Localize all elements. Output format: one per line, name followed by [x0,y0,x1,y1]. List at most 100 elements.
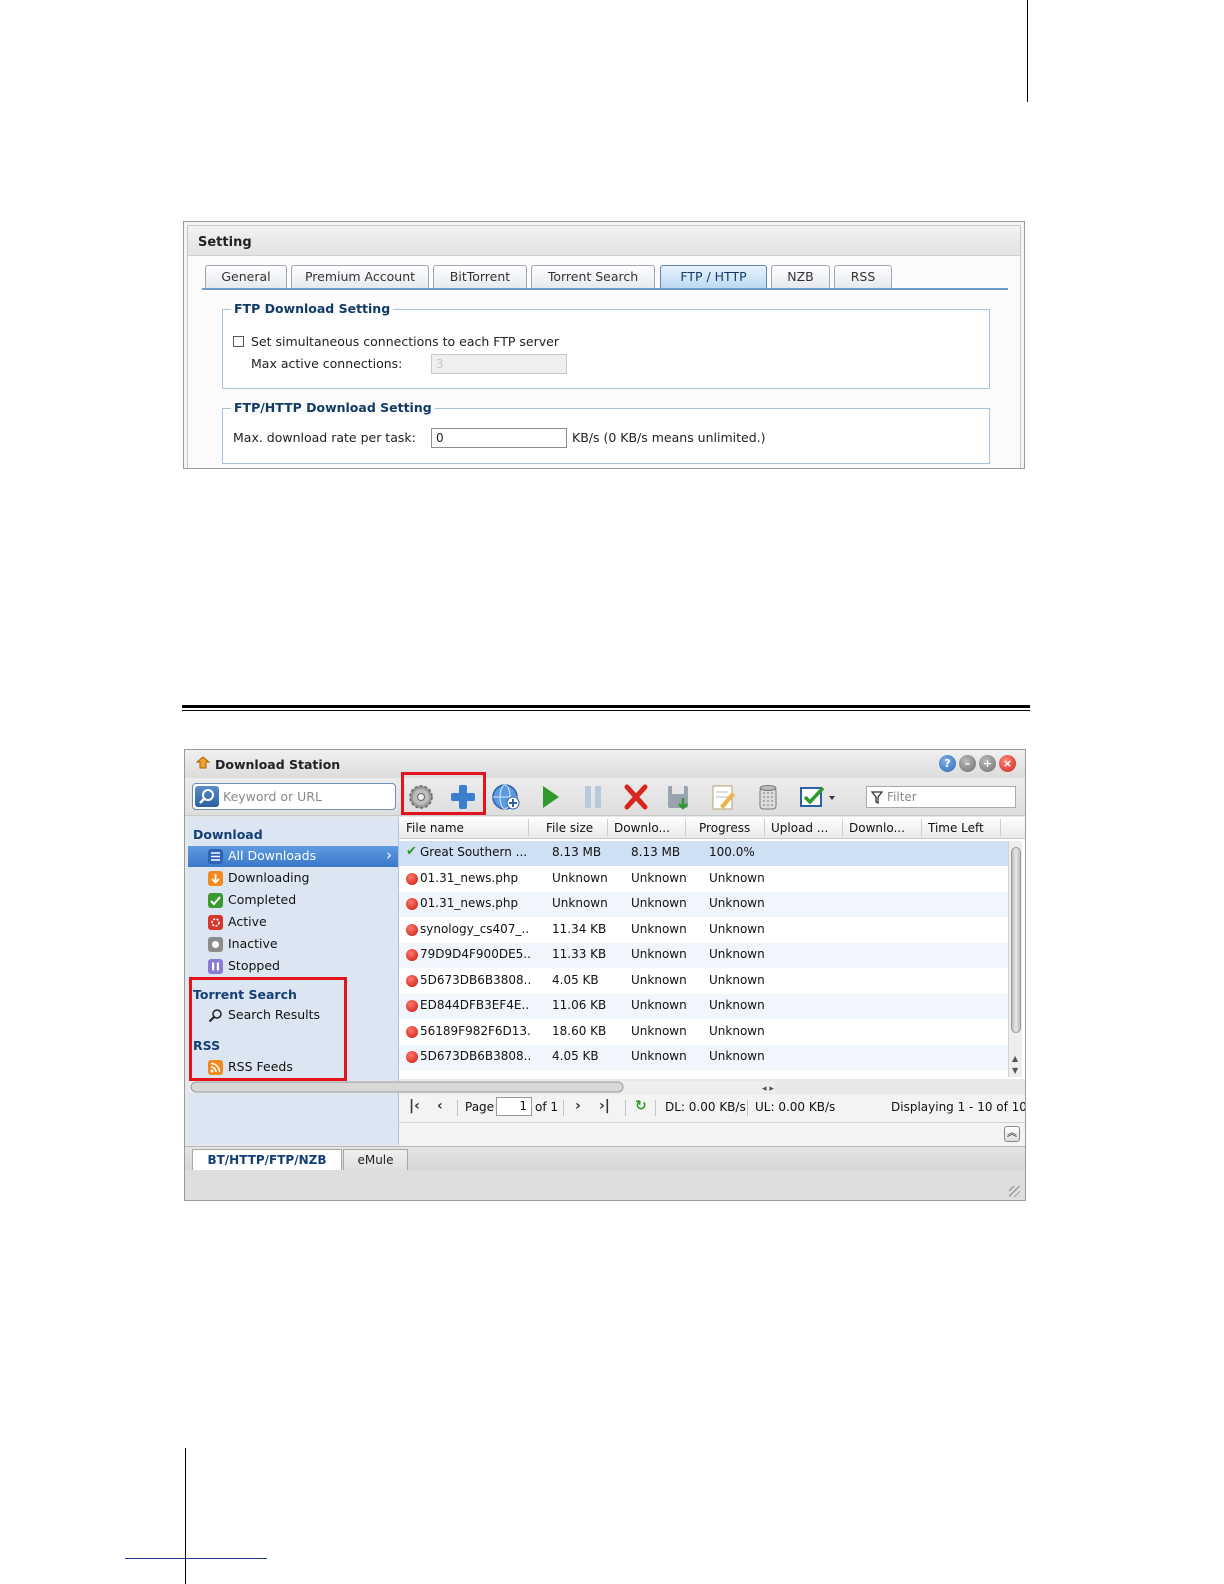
table-row[interactable]: 01.31_news.php Unknown Unknown Unknown [399,867,1008,892]
sidebar-item-rss-feeds[interactable]: RSS Feeds [188,1057,398,1078]
search-box[interactable]: Keyword or URL [192,783,396,810]
downloaded-cell: Unknown [631,921,687,936]
sidebar-item-stopped[interactable]: Stopped [188,956,398,977]
filter-input[interactable]: Filter [866,786,1016,808]
vertical-scrollbar[interactable]: ▲ ▼ [1008,841,1022,1077]
select-all-icon[interactable] [797,782,837,812]
pager-divider [747,1100,748,1116]
column-header-download-speed[interactable]: Downlo... [849,821,905,835]
table-row[interactable]: synology_cs407_... 11.34 KB Unknown Unknown [399,918,1008,943]
last-page-icon[interactable]: ›| [599,1098,610,1114]
add-icon[interactable] [447,782,479,812]
tab-bittorrent[interactable]: BitTorrent [433,265,527,288]
file-size-cell: 4.05 KB [552,1049,599,1063]
sidebar-item-inactive[interactable]: Inactive [188,934,398,955]
column-header-upload[interactable]: Upload ... [771,821,828,835]
column-header-file-name[interactable]: File name [406,821,464,835]
tab-general[interactable]: General [205,265,287,288]
tab-ftp-http[interactable]: FTP / HTTP [660,265,767,288]
table-row[interactable]: 79D9D4F900DE5... 11.33 KB Unknown Unknown [399,943,1008,968]
sidebar-item-label: Active [228,914,267,929]
refresh-icon[interactable]: ↻ [635,1098,647,1114]
first-page-icon[interactable]: |‹ [409,1098,420,1114]
table-row[interactable]: 5D673DB6B3808... 4.05 KB Unknown Unknown [399,969,1008,994]
tab-torrent-search[interactable]: Torrent Search [531,265,655,288]
table-row[interactable]: 56189F982F6D13... 18.60 KB Unknown Unknown [399,1020,1008,1045]
page-count: of 1 [535,1100,559,1114]
pager-divider [625,1100,626,1116]
vertical-scroll-thumb[interactable] [1011,847,1021,1033]
sidebar-heading-torrent-search: Torrent Search [193,987,297,1002]
scroll-up-icon[interactable]: ▲ [1012,1054,1018,1063]
horizontal-scrollbar[interactable]: ◂ ▸ [189,1081,775,1093]
table-row[interactable]: ✔ Great Southern ... 8.13 MB 8.13 MB 100.0% [399,841,1008,866]
help-icon[interactable]: ? [939,755,956,772]
tab-emule[interactable]: eMule [343,1149,408,1171]
rss-icon [208,1060,223,1075]
pager-divider [563,1100,564,1116]
setting-title: Setting [198,235,252,250]
table-row[interactable]: ED844DFB3EF4E... 11.06 KB Unknown Unknown [399,994,1008,1019]
column-header-downloaded[interactable]: Downlo... [614,821,670,835]
globe-add-icon[interactable] [490,782,522,812]
max-active-connections-label: Max active connections: [251,356,403,371]
error-icon [406,872,418,885]
downloaded-cell: Unknown [631,870,687,885]
save-icon[interactable] [663,782,695,812]
tab-bt-http-ftp-nzb[interactable]: BT/HTTP/FTP/NZB [192,1149,342,1171]
active-icon [208,915,223,930]
next-page-icon[interactable]: › [575,1098,581,1114]
max-download-rate-input[interactable]: 0 [431,428,567,448]
column-divider [764,819,765,837]
filter-icon [871,791,883,804]
max-download-rate-label: Max. download rate per task: [233,430,416,445]
resize-grip-icon[interactable] [1009,1186,1020,1197]
column-header-file-size[interactable]: File size [546,821,593,835]
column-header-progress[interactable]: Progress [699,821,750,835]
simultaneous-connections-checkbox[interactable] [233,336,244,347]
sidebar-item-all-downloads[interactable]: All Downloads › [188,846,398,867]
minimize-icon[interactable]: – [959,755,976,772]
column-divider [685,819,686,837]
table-row[interactable]: 5D673DB6B3808... 4.05 KB Unknown Unknown [399,1045,1008,1070]
tab-underline [202,288,1008,290]
sidebar-item-completed[interactable]: Completed [188,890,398,911]
filter-placeholder: Filter [887,790,917,804]
pause-icon[interactable] [577,782,609,812]
previous-page-icon[interactable]: ‹ [437,1098,443,1114]
edit-icon[interactable] [707,782,739,812]
file-size-cell: 11.06 KB [552,998,607,1012]
gear-icon[interactable] [405,782,437,812]
column-header-time-left[interactable]: Time Left [928,821,984,835]
downloaded-cell: Unknown [631,1049,687,1063]
table-row[interactable]: 01.31_news.php Unknown Unknown Unknown [399,892,1008,917]
column-divider [921,819,922,837]
ftp-http-download-setting-group: FTP/HTTP Download Setting Max. download … [222,400,990,464]
sidebar-item-downloading[interactable]: Downloading [188,868,398,889]
tab-premium-account[interactable]: Premium Account [291,265,429,288]
expand-panel-icon[interactable]: ︽ [1004,1126,1020,1142]
file-size-cell: 8.13 MB [552,845,602,859]
footer-rule [125,1558,267,1559]
trash-icon[interactable] [752,782,784,812]
close-icon[interactable]: × [999,755,1016,772]
play-icon[interactable] [534,782,566,812]
file-name-cell: 01.31_news.php [420,896,519,910]
sidebar-item-active[interactable]: Active [188,912,398,933]
tab-rss[interactable]: RSS [834,265,892,288]
ds-titlebar[interactable]: Download Station ? – + × [185,750,1025,778]
file-name-cell: 79D9D4F900DE5... [420,947,530,961]
sidebar-item-search-results[interactable]: Search Results [188,1005,398,1026]
progress-cell: Unknown [709,947,765,961]
tab-nzb[interactable]: NZB [771,265,830,288]
maximize-icon[interactable]: + [979,755,996,772]
ftp-download-setting-group: FTP Download Setting Set simultaneous co… [222,301,990,389]
error-icon [406,1025,418,1038]
page-number-input[interactable]: 1 [496,1097,532,1116]
scroll-down-icon[interactable]: ▼ [1012,1066,1018,1075]
max-active-connections-input[interactable]: 3 [431,354,567,374]
progress-cell: Unknown [709,1023,765,1038]
delete-icon[interactable] [620,782,652,812]
search-icon[interactable] [195,786,219,807]
sidebar-item-label: Inactive [228,936,278,951]
